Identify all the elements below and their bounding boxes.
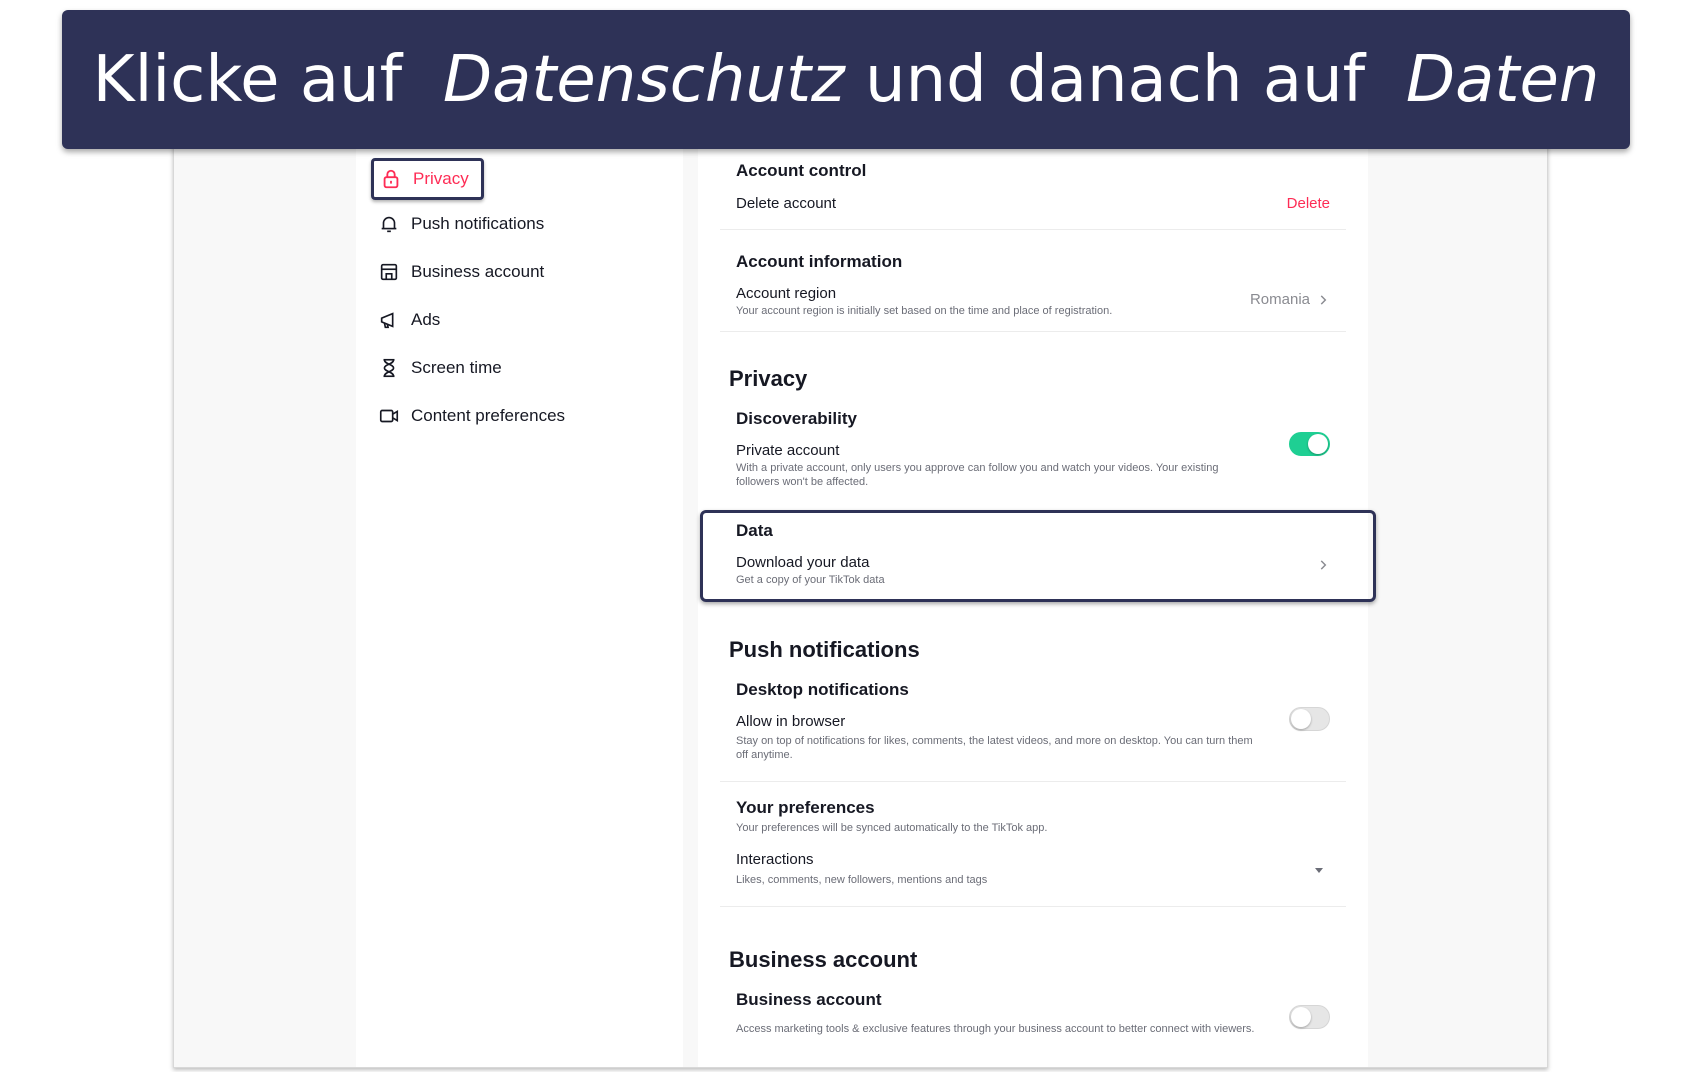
download-data-desc: Get a copy of your TikTok data — [736, 574, 885, 586]
lock-icon — [383, 169, 399, 189]
account-control-title: Account control — [736, 161, 867, 180]
banner-text-2: Datenschutz — [442, 42, 845, 117]
interactions-label[interactable]: Interactions — [736, 851, 814, 868]
banner-text-4: Daten — [1405, 42, 1600, 117]
account-region-text: Romania — [1249, 291, 1310, 308]
your-preferences-title: Your preferences — [736, 798, 875, 817]
sidebar-item-screen-time[interactable]: Screen time — [378, 349, 502, 387]
your-preferences-desc: Your preferences will be synced automati… — [736, 822, 1048, 834]
banner-text-3: und danach auf — [865, 42, 1366, 117]
push-section-title: Push notifications — [729, 637, 920, 662]
banner-text-1: Klicke auf — [92, 42, 403, 117]
sidebar-item-content-preferences[interactable]: Content preferences — [378, 397, 565, 435]
video-icon — [379, 409, 399, 423]
allow-in-browser-label: Allow in browser — [736, 713, 846, 730]
hourglass-icon — [383, 358, 395, 378]
allow-in-browser-desc: Stay on top of notifications for likes, … — [736, 735, 1253, 761]
sidebar-item-label: Screen time — [411, 358, 502, 377]
sidebar-item-privacy[interactable]: Privacy — [371, 158, 484, 200]
account-region-value[interactable]: Romania — [1250, 291, 1330, 308]
business-section-title: Business account — [729, 947, 918, 972]
account-information-title: Account information — [736, 252, 903, 271]
data-title: Data — [736, 521, 773, 540]
settings-screenshot: Privacy Push notifications Business acco… — [173, 120, 1548, 1068]
business-account-desc: Access marketing tools & exclusive featu… — [736, 1023, 1255, 1035]
sidebar-item-label: Ads — [411, 310, 441, 329]
sidebar-item-ads[interactable]: Ads — [378, 301, 440, 339]
toggle-knob — [1308, 434, 1328, 454]
sidebar-item-label: Business account — [411, 262, 545, 281]
sidebar-item-label: Content preferences — [411, 406, 566, 425]
private-account-desc: With a private account, only users you a… — [736, 462, 1219, 488]
discoverability-title: Discoverability — [736, 409, 857, 428]
chevron-right-icon — [1320, 294, 1327, 305]
divider — [720, 781, 1346, 782]
bell-icon — [381, 216, 397, 233]
megaphone-icon — [380, 312, 394, 329]
sidebar-item-business-account[interactable]: Business account — [378, 253, 544, 291]
chevron-right-icon[interactable] — [1316, 558, 1330, 572]
desktop-notifications-title: Desktop notifications — [736, 680, 909, 699]
delete-account-button[interactable]: Delete — [1287, 195, 1330, 212]
sidebar-item-label: Privacy — [413, 169, 469, 188]
delete-account-label: Delete account — [736, 195, 837, 212]
settings-sidebar: Privacy Push notifications Business acco… — [356, 121, 683, 1067]
private-account-toggle[interactable] — [1289, 432, 1330, 456]
divider — [720, 906, 1346, 907]
sidebar-item-push-notifications[interactable]: Push notifications — [378, 205, 544, 243]
account-region-desc: Your account region is initially set bas… — [736, 305, 1113, 317]
instruction-banner: Klicke auf Datenschutz und danach auf Da… — [62, 10, 1630, 149]
divider — [720, 331, 1346, 332]
caret-down-icon[interactable] — [1314, 865, 1324, 875]
account-region-label: Account region — [736, 285, 837, 302]
business-account-toggle[interactable] — [1289, 1005, 1330, 1029]
sidebar-item-label: Push notifications — [411, 214, 545, 233]
store-icon — [380, 263, 398, 281]
allow-in-browser-toggle[interactable] — [1289, 707, 1330, 731]
interactions-desc: Likes, comments, new followers, mentions… — [736, 874, 988, 886]
business-account-title: Business account — [736, 990, 882, 1009]
toggle-knob — [1291, 709, 1311, 729]
privacy-section-title: Privacy — [729, 366, 808, 391]
divider — [720, 229, 1346, 230]
download-data-label[interactable]: Download your data — [736, 554, 869, 571]
toggle-knob — [1291, 1007, 1311, 1027]
private-account-label: Private account — [736, 442, 840, 459]
settings-content: Account control Delete account Delete Ac… — [698, 121, 1376, 1067]
